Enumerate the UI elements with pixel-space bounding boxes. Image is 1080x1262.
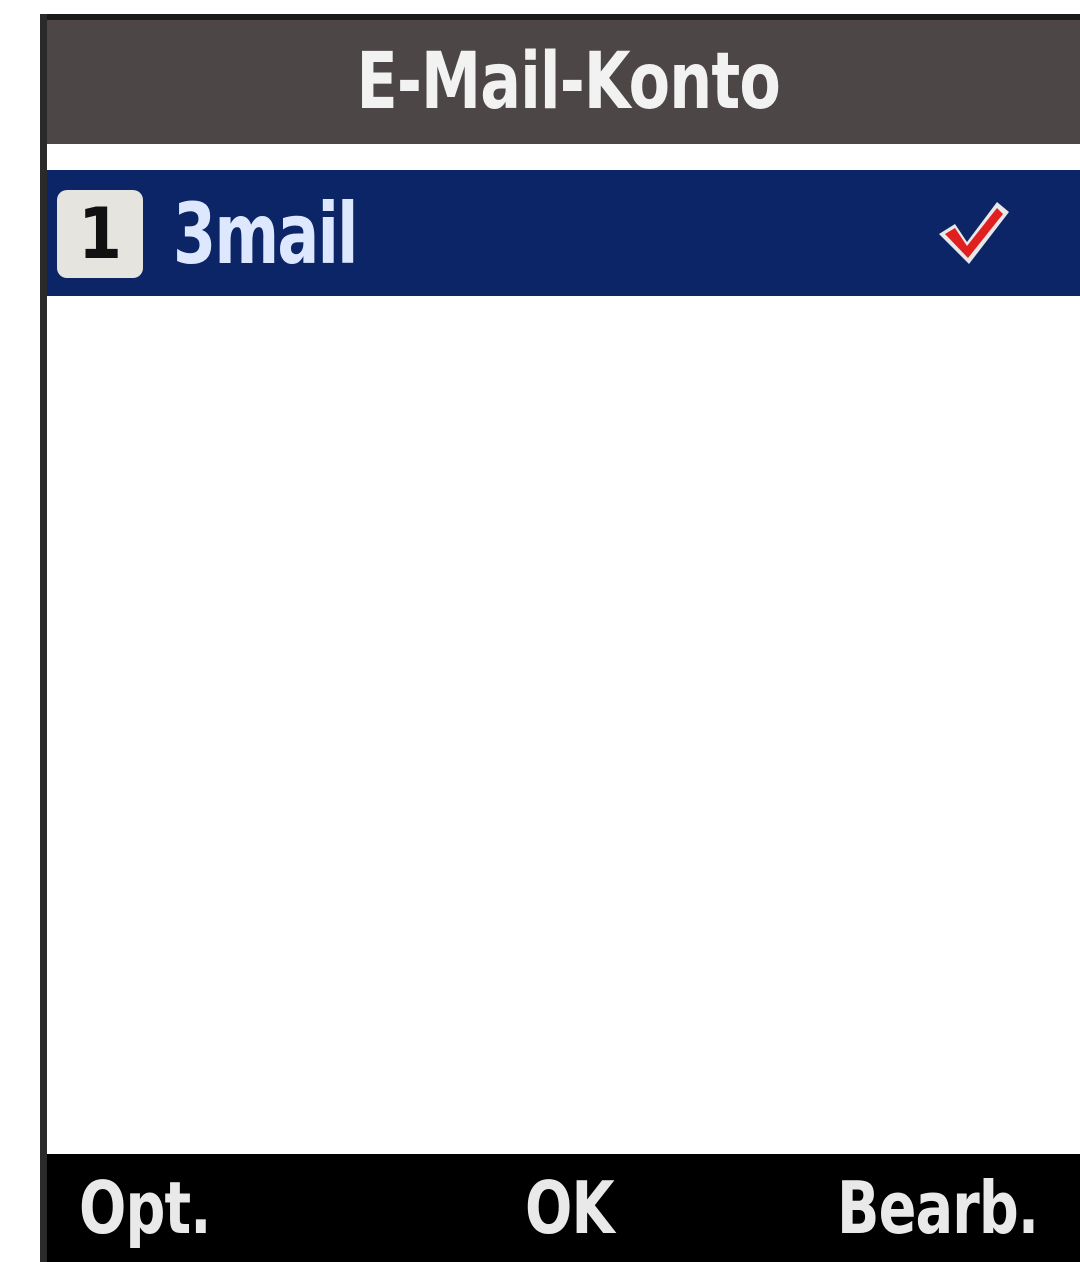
options-softkey[interactable]: Opt. (79, 1170, 211, 1246)
checkmark-icon (939, 202, 1009, 264)
title-bar: E-Mail-Konto (47, 20, 1080, 144)
account-name: 3mail (173, 185, 358, 283)
page-title: E-Mail-Konto (356, 37, 781, 127)
account-list-item[interactable]: 1 3mail (47, 170, 1080, 296)
item-number-badge: 1 (57, 190, 143, 278)
screen-left-border (40, 14, 47, 1262)
softkey-bar: Opt. OK Bearb. (47, 1154, 1080, 1262)
account-list: 1 3mail (47, 144, 1080, 1154)
edit-softkey[interactable]: Bearb. (837, 1170, 1039, 1246)
ok-softkey[interactable]: OK (525, 1170, 615, 1246)
phone-screen: E-Mail-Konto 1 3mail Opt. OK Bearb. (0, 0, 1080, 1262)
